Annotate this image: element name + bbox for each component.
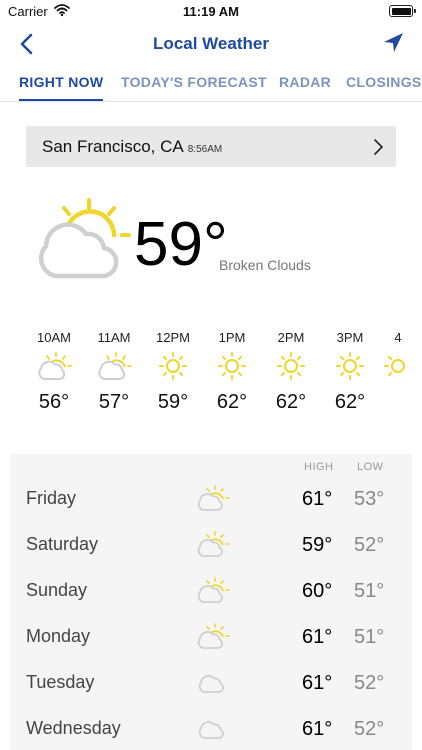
table-row[interactable]: Sunday 60° 51°: [10, 568, 412, 614]
hourly-item: 12PM 59°: [143, 330, 203, 414]
hour-time: 12PM: [156, 330, 190, 345]
day-low: 52°: [354, 672, 385, 694]
day-high: 61°: [302, 626, 333, 648]
hourly-item: 2PM 62°: [261, 330, 321, 414]
day-low: 51°: [354, 580, 385, 602]
location-name: San Francisco, CA: [42, 137, 184, 156]
battery-icon: [389, 5, 416, 17]
hour-temperature: 62°: [216, 391, 248, 413]
hourly-item: 11AM 57°: [84, 330, 144, 414]
day-high: 59°: [302, 534, 333, 556]
hourly-item: 10AM 56°: [24, 330, 84, 414]
status-bar: Carrier 11:19 AM: [0, 0, 422, 24]
sun-icon: [277, 352, 305, 380]
nav-bar: Local Weather: [0, 24, 422, 64]
hour-time: 1PM: [218, 330, 246, 345]
high-column-header: HIGH: [304, 461, 334, 473]
current-temperature: 59°: [134, 210, 228, 279]
hour-temperature: 62°: [334, 391, 366, 413]
day-name: Tuesday: [26, 672, 95, 692]
cloud-icon: [198, 721, 224, 739]
day-high: 61°: [302, 672, 333, 694]
hour-temperature: 59°: [157, 391, 189, 413]
sun-icon: [384, 356, 405, 376]
hour-time: 11AM: [97, 330, 131, 345]
partly-cloudy-icon: [197, 577, 230, 603]
day-name: Friday: [26, 488, 77, 508]
tab-closings[interactable]: CLOSINGS: [346, 74, 422, 99]
day-low: 52°: [354, 534, 385, 556]
table-row[interactable]: Saturday 59° 52°: [10, 522, 412, 568]
current-condition: Broken Clouds: [219, 257, 311, 273]
day-high: 61°: [302, 488, 333, 510]
daily-forecast: HIGH LOW Friday 61° 53° Saturday 59° 52°…: [10, 454, 412, 750]
day-low: 52°: [354, 718, 385, 740]
chevron-right-icon: [374, 139, 383, 155]
partly-cloudy-icon: [98, 352, 132, 380]
hourly-item: 1PM 62°: [202, 330, 262, 414]
tab-right-now[interactable]: RIGHT NOW: [19, 74, 104, 101]
day-low: 51°: [354, 626, 385, 648]
partly-cloudy-icon: [197, 485, 230, 511]
hour-temperature: 62°: [275, 391, 307, 413]
table-row[interactable]: Monday 61° 51°: [10, 614, 412, 660]
low-column-header: LOW: [357, 461, 384, 473]
hour-time: 4: [394, 330, 402, 345]
location-selector[interactable]: San Francisco, CA 8:56AM: [26, 126, 396, 167]
day-name: Sunday: [26, 580, 88, 600]
day-high: 61°: [302, 718, 333, 740]
table-row[interactable]: Friday 61° 53°: [10, 476, 412, 522]
hourly-item: 4: [368, 330, 422, 391]
hour-temperature: 57°: [98, 391, 130, 413]
hour-temperature: 56°: [38, 391, 70, 413]
location-time: 8:56AM: [187, 144, 223, 155]
location-arrow-icon[interactable]: [380, 30, 406, 56]
day-name: Wednesday: [26, 718, 121, 738]
partly-cloudy-icon: [38, 352, 72, 380]
partly-cloudy-icon: [38, 198, 131, 279]
tab-radar[interactable]: RADAR: [279, 74, 331, 99]
cloud-icon: [198, 675, 224, 693]
table-row[interactable]: Tuesday 61° 52°: [10, 660, 412, 706]
tab-bar: RIGHT NOW TODAY'S FORECAST RADAR CLOSING…: [0, 66, 422, 102]
sun-icon: [218, 352, 246, 380]
hour-time: 10AM: [37, 330, 71, 345]
status-time: 11:19 AM: [183, 4, 239, 19]
partly-cloudy-icon: [197, 623, 230, 649]
hourly-forecast[interactable]: 10AM 56° 11AM 57° 12PM 59° 1PM 62° 2PM 6…: [0, 330, 422, 430]
sun-icon: [336, 352, 364, 380]
location-name-group: San Francisco, CA 8:56AM: [42, 137, 222, 157]
hour-time: 2PM: [277, 330, 305, 345]
day-name: Saturday: [26, 534, 99, 554]
day-high: 60°: [302, 580, 333, 602]
day-low: 53°: [354, 488, 385, 510]
page-title: Local Weather: [153, 34, 269, 53]
tab-todays-forecast[interactable]: TODAY'S FORECAST: [121, 74, 267, 99]
table-row[interactable]: Wednesday 61° 52°: [10, 706, 412, 750]
day-name: Monday: [26, 626, 91, 646]
partly-cloudy-icon: [197, 531, 230, 557]
sun-icon: [159, 352, 187, 380]
